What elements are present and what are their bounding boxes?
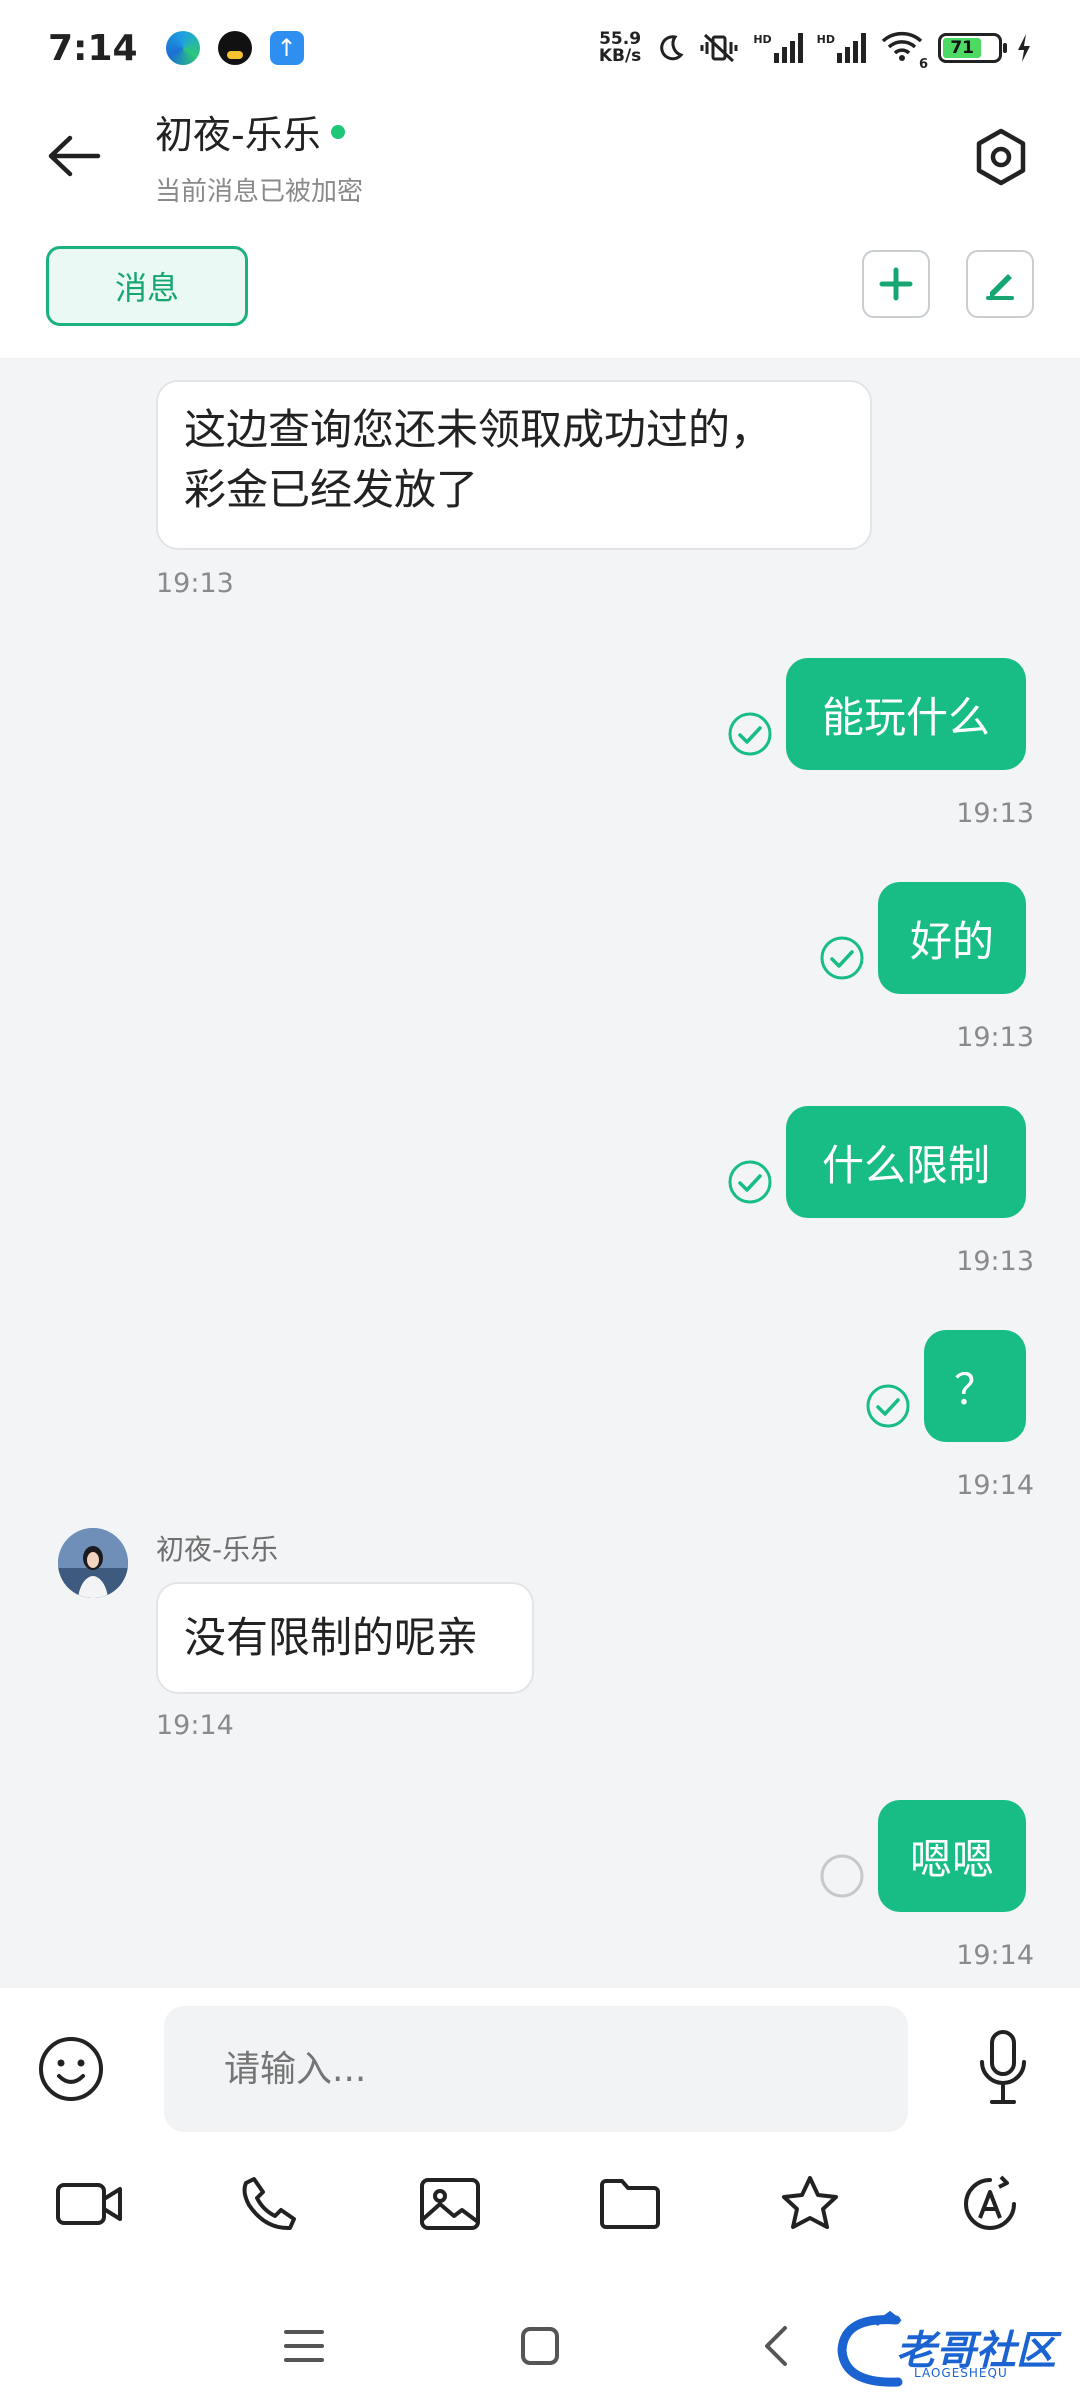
message-bubble-incoming[interactable]: 这边查询您还未领取成功过的， 彩金已经发放了 (156, 380, 872, 550)
translate-button[interactable] (950, 2164, 1030, 2244)
system-nav-bar: 老哥社区 LAOGESHEQU (0, 2290, 1080, 2400)
star-icon (782, 2176, 838, 2229)
chat-title: 初夜-乐乐 当前消息已被加密 (155, 104, 363, 208)
phone-icon (242, 2177, 296, 2231)
add-button[interactable] (862, 250, 930, 318)
moon-icon (660, 35, 684, 61)
hd-label-2: HD (816, 33, 835, 46)
video-camera-icon (56, 2183, 122, 2225)
tab-messages[interactable]: 消息 (46, 246, 248, 326)
status-time: 7:14 (48, 27, 138, 69)
nav-home-button[interactable] (510, 2316, 570, 2376)
message-bubble-incoming[interactable]: 没有限制的呢亲 (156, 1582, 534, 1694)
message-time: 19:14 (956, 1470, 1034, 1501)
nav-menu-button[interactable] (274, 2316, 334, 2376)
microphone-icon (980, 2030, 1026, 2104)
plus-icon (879, 267, 913, 301)
upload-app-icon: ↑ (269, 31, 304, 65)
online-indicator (330, 124, 345, 139)
read-check-icon (820, 936, 864, 980)
favorite-button[interactable] (770, 2164, 850, 2244)
menu-icon (284, 2330, 324, 2362)
battery-level: 71 (943, 38, 982, 58)
net-speed: 55.9 KB/s (599, 31, 641, 65)
read-check-icon (728, 1160, 772, 1204)
signal-bars-1 (773, 33, 803, 63)
nav-back-button[interactable] (746, 2316, 806, 2376)
message-time: 19:14 (956, 1940, 1034, 1971)
read-check-icon (866, 1384, 910, 1428)
hd-label-1: HD (753, 33, 772, 46)
edit-button[interactable] (966, 250, 1034, 318)
video-call-button[interactable] (50, 2164, 130, 2244)
back-button[interactable] (44, 126, 104, 186)
message-bubble-outgoing[interactable]: 好的 (878, 882, 1026, 994)
qq-app-icon (217, 31, 252, 65)
attachment-toolbar (0, 2158, 1080, 2258)
watermark-logo: 老哥社区 LAOGESHEQU (836, 2310, 1066, 2390)
image-button[interactable] (410, 2164, 490, 2244)
notification-icons: ↑ (165, 31, 304, 65)
battery-icon: 71 (938, 33, 1007, 63)
avatar-photo (58, 1528, 128, 1598)
status-bar: 7:14 ↑ 55.9 KB/s HD HD 6 71 (0, 0, 1080, 96)
voice-call-button[interactable] (230, 2164, 310, 2244)
mute-vibrate-icon (700, 33, 738, 63)
watermark-subtext: LAOGESHEQU (914, 2366, 1008, 2380)
message-time: 19:13 (156, 568, 234, 599)
emoji-button[interactable] (36, 2034, 106, 2104)
edge-app-icon (165, 31, 200, 65)
sending-status-icon (820, 1854, 864, 1898)
sender-name: 初夜-乐乐 (156, 1533, 279, 1566)
message-list[interactable]: 这边查询您还未领取成功过的， 彩金已经发放了 19:13 能玩什么 19:13 … (0, 358, 1080, 1988)
message-input[interactable] (164, 2006, 908, 2132)
message-time: 19:14 (156, 1710, 234, 1741)
file-button[interactable] (590, 2164, 670, 2244)
message-bubble-outgoing[interactable]: ？ (924, 1330, 1026, 1442)
folder-icon (600, 2179, 660, 2229)
contact-name-row: 初夜-乐乐 (155, 104, 363, 159)
status-indicators: 55.9 KB/s HD HD 6 71 (599, 29, 1032, 72)
pencil-icon (986, 274, 1014, 300)
signal-bars-2 (837, 33, 866, 63)
avatar[interactable] (58, 1528, 128, 1598)
contact-name: 初夜-乐乐 (155, 113, 321, 157)
wifi-badge: 6 (918, 56, 928, 72)
message-text-line: 彩金已经发放了 (184, 465, 479, 514)
message-time: 19:13 (956, 1246, 1034, 1277)
signal-1: HD (753, 33, 803, 63)
chat-toolbar: 消息 (0, 236, 1080, 358)
message-bubble-outgoing[interactable]: 嗯嗯 (878, 1800, 1026, 1912)
net-speed-unit: KB/s (598, 46, 642, 66)
square-home-icon (521, 2327, 559, 2365)
message-bubble-outgoing[interactable]: 能玩什么 (786, 658, 1026, 770)
arrow-left-icon (48, 135, 101, 177)
smiley-icon (39, 2037, 103, 2101)
wifi-icon (881, 31, 923, 61)
settings-button[interactable] (966, 122, 1036, 192)
wifi: 6 (880, 29, 928, 72)
read-check-icon (728, 712, 772, 756)
encryption-note: 当前消息已被加密 (155, 177, 364, 207)
image-icon (420, 2178, 480, 2230)
chevron-left-icon (765, 2326, 787, 2366)
charging-bolt-icon (1018, 34, 1030, 62)
message-time: 19:13 (956, 798, 1034, 829)
chat-header: 初夜-乐乐 当前消息已被加密 (0, 96, 1080, 236)
message-bubble-outgoing[interactable]: 什么限制 (786, 1106, 1026, 1218)
voice-button[interactable] (968, 2028, 1038, 2108)
signal-2: HD (817, 33, 866, 63)
message-time: 19:13 (956, 1022, 1034, 1053)
translate-a-icon (964, 2175, 1016, 2230)
message-text-line: 这边查询您还未领取成功过的， (184, 405, 773, 454)
hexagon-settings-icon (976, 128, 1026, 186)
